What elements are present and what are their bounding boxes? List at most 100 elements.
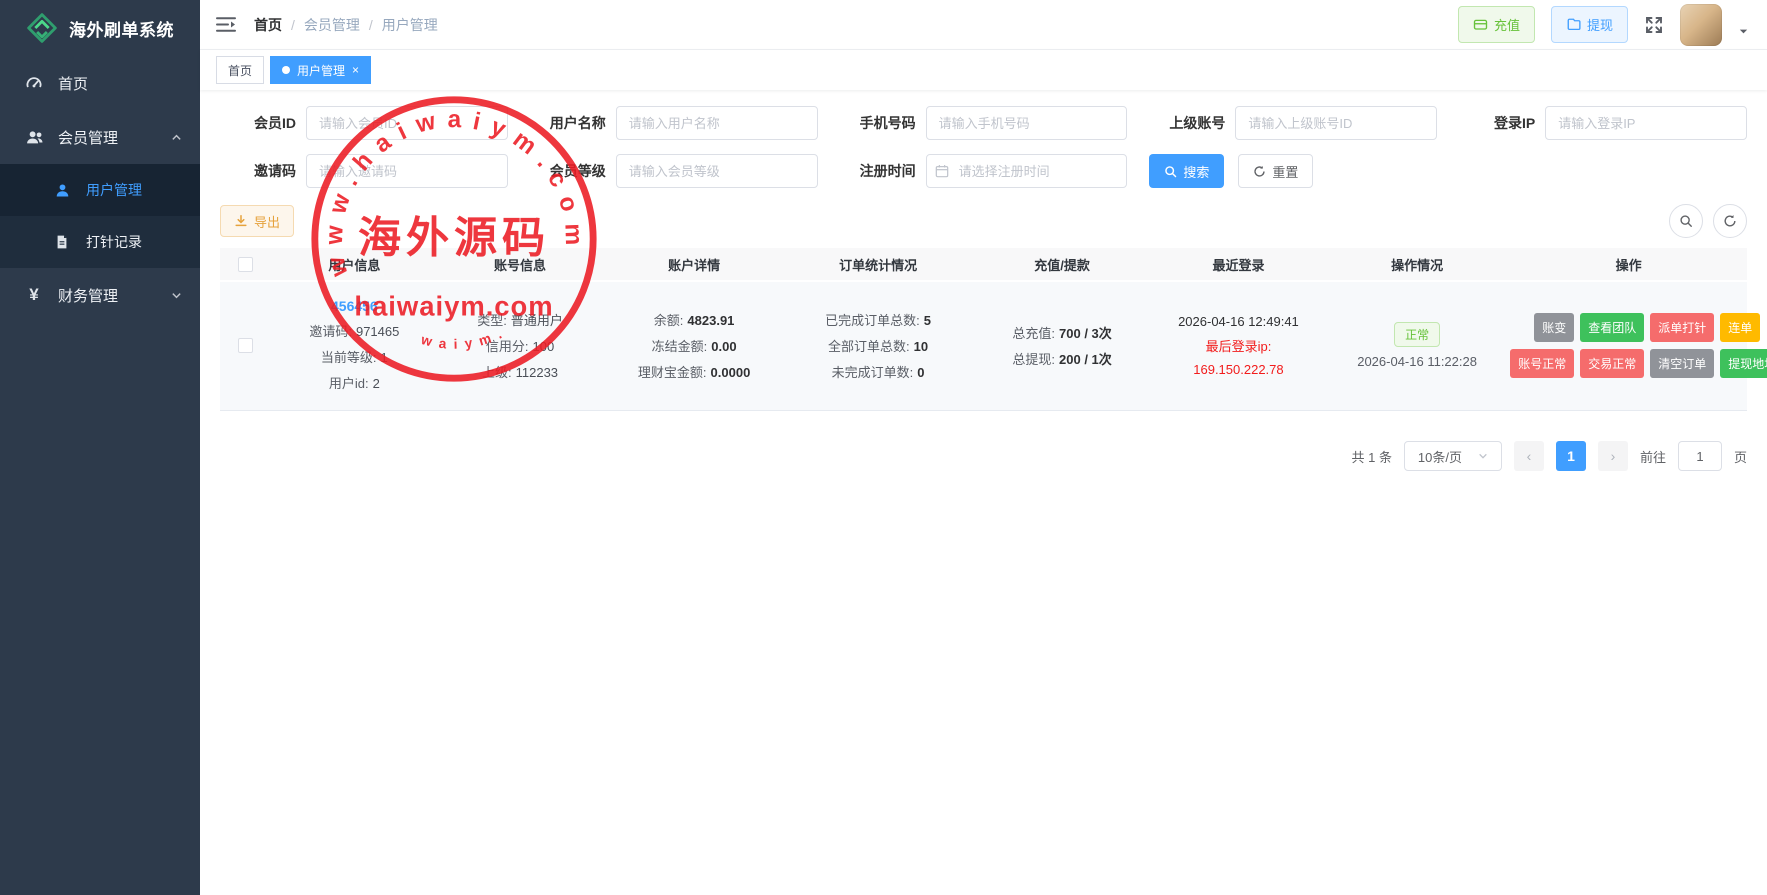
cell-recharge-withdraw: 总充值:700 / 3次 总提现:200 / 1次: [971, 298, 1153, 392]
sidebar-item-user-management[interactable]: 用户管理: [0, 164, 200, 216]
withdraw-address-button[interactable]: 提现地址: [1720, 349, 1767, 378]
account-change-button[interactable]: 账变: [1534, 313, 1574, 342]
tab-home[interactable]: 首页: [216, 56, 264, 84]
sidebar-item-members[interactable]: 会员管理: [0, 110, 200, 164]
invite-code-input[interactable]: [306, 154, 508, 188]
cell-account-info: 类型:普通用户 信用分:100 上级:112233: [437, 298, 603, 392]
col-header-account-detail: 账户详情: [603, 255, 785, 274]
goto-page-input[interactable]: [1678, 441, 1722, 471]
account-status-button[interactable]: 账号正常: [1510, 349, 1574, 378]
sidebar-item-injection-records[interactable]: 打针记录: [0, 216, 200, 268]
card-icon: [1473, 17, 1488, 32]
sidebar-menu: 首页 会员管理 用户管理: [0, 56, 200, 322]
recharge-button[interactable]: 充值: [1458, 6, 1535, 43]
phone-label: 手机号码: [840, 113, 916, 133]
info-line: 上级:112233: [482, 362, 558, 381]
table-row: 456456 邀请码:971465 当前等级:1 用户id:2 类型:普通用户 …: [220, 282, 1747, 411]
dispatch-order-button[interactable]: 派单打针: [1650, 313, 1714, 342]
info-line: 未完成订单数:0: [832, 362, 925, 381]
cell-actions: 账变 查看团队 派单打针 连单 账号正常 交易正常 清空订单 提现地址: [1510, 298, 1767, 392]
sidebar-item-label: 用户管理: [86, 180, 142, 200]
phone-input[interactable]: [926, 106, 1128, 140]
search-icon: [1164, 165, 1177, 178]
member-id-input[interactable]: [306, 106, 508, 140]
refresh-icon: [1253, 165, 1266, 178]
refresh-table-icon[interactable]: [1713, 204, 1747, 238]
cell-op-status: 正常 2026-04-16 11:22:28: [1324, 298, 1510, 392]
col-header-recharge-withdraw: 充值/提款: [971, 255, 1153, 274]
cell-account-detail: 余额:4823.91 冻结金额:0.00 理财宝金额:0.0000: [603, 298, 785, 392]
user-avatar[interactable]: [1680, 4, 1722, 46]
register-time-label: 注册时间: [840, 161, 916, 181]
user-id-link[interactable]: 456456: [331, 298, 378, 314]
app-root: 海外刷单系统 首页 会员管理: [0, 0, 1767, 895]
search-button[interactable]: 搜索: [1149, 154, 1224, 188]
trade-status-button[interactable]: 交易正常: [1580, 349, 1644, 378]
next-page-button[interactable]: ›: [1598, 441, 1628, 471]
active-tab-dot: [282, 66, 290, 74]
sidebar-item-label: 财务管理: [58, 285, 118, 306]
reset-button[interactable]: 重置: [1238, 154, 1313, 188]
info-line: 已完成订单总数:5: [825, 310, 931, 329]
reset-button-label: 重置: [1272, 162, 1298, 181]
sidebar: 海外刷单系统 首页 会员管理: [0, 0, 200, 895]
page-content: 会员ID 用户名称 手机号码 上级账号 登录IP: [200, 90, 1767, 895]
calendar-icon: [935, 164, 949, 178]
combo-order-button[interactable]: 连单: [1720, 313, 1760, 342]
info-line: 类型:普通用户: [477, 310, 563, 329]
close-tab-icon[interactable]: ×: [352, 64, 359, 76]
goto-label: 前往: [1640, 447, 1666, 466]
last-login-ip: 169.150.222.78: [1193, 362, 1283, 377]
tab-user-management[interactable]: 用户管理 ×: [270, 56, 371, 84]
collapse-sidebar-icon[interactable]: [216, 16, 236, 33]
col-header-user-info: 用户信息: [272, 255, 437, 274]
info-line: 理财宝金额:0.0000: [638, 362, 750, 381]
page-unit-label: 页: [1734, 447, 1747, 466]
fullscreen-icon[interactable]: [1644, 15, 1664, 35]
topbar-right: 充值 提现: [1458, 4, 1749, 46]
breadcrumb-separator: /: [291, 17, 295, 33]
table-toolbar: 导出: [220, 204, 1747, 238]
user-name-input[interactable]: [616, 106, 818, 140]
sidebar-item-label: 打针记录: [86, 232, 142, 252]
sidebar-item-finance[interactable]: ¥ 财务管理: [0, 268, 200, 322]
info-line: 余额:4823.91: [654, 310, 735, 329]
cell-order-stats: 已完成订单总数:5 全部订单总数:10 未完成订单数:0: [785, 298, 971, 392]
select-all-checkbox[interactable]: [238, 257, 253, 272]
info-line: 总提现:200 / 1次: [1012, 349, 1111, 368]
chevron-down-icon: [1478, 451, 1488, 461]
dashboard-icon: [24, 73, 44, 93]
login-ip-input[interactable]: [1545, 106, 1747, 140]
col-header-account-info: 账号信息: [437, 255, 603, 274]
actions-row-1: 账变 查看团队 派单打针 连单: [1534, 313, 1760, 342]
export-button[interactable]: 导出: [220, 205, 294, 237]
cell-last-login: 2026-04-16 12:49:41 最后登录ip: 169.150.222.…: [1153, 298, 1324, 392]
status-badge: 正常: [1394, 322, 1440, 347]
clear-orders-button[interactable]: 清空订单: [1650, 349, 1714, 378]
breadcrumb-members[interactable]: 会员管理: [304, 15, 360, 35]
recharge-label: 充值: [1494, 15, 1520, 34]
col-header-op-status: 操作情况: [1324, 255, 1510, 274]
breadcrumb-separator: /: [369, 17, 373, 33]
view-team-button[interactable]: 查看团队: [1580, 313, 1644, 342]
register-time-input[interactable]: [926, 154, 1128, 188]
row-checkbox[interactable]: [238, 338, 253, 353]
members-submenu: 用户管理 打针记录: [0, 164, 200, 268]
toggle-search-icon[interactable]: [1669, 204, 1703, 238]
info-line: 冻结金额:0.00: [652, 336, 737, 355]
topbar: 首页 / 会员管理 / 用户管理 充值 提现: [200, 0, 1767, 50]
avatar-dropdown-caret-icon[interactable]: [1738, 26, 1749, 37]
breadcrumb-home[interactable]: 首页: [254, 15, 282, 35]
col-header-actions: 操作: [1510, 255, 1747, 274]
status-time: 2026-04-16 11:22:28: [1357, 354, 1477, 369]
sidebar-item-home[interactable]: 首页: [0, 56, 200, 110]
prev-page-button[interactable]: ‹: [1514, 441, 1544, 471]
total-count: 共 1 条: [1352, 447, 1392, 466]
pagination: 共 1 条 10条/页 ‹ 1 › 前往 页: [220, 441, 1747, 471]
info-line: 全部订单总数:10: [828, 336, 928, 355]
parent-account-input[interactable]: [1235, 106, 1437, 140]
member-level-input[interactable]: [616, 154, 818, 188]
withdraw-button[interactable]: 提现: [1551, 6, 1628, 43]
page-size-select[interactable]: 10条/页: [1404, 441, 1502, 471]
page-number-1[interactable]: 1: [1556, 441, 1586, 471]
